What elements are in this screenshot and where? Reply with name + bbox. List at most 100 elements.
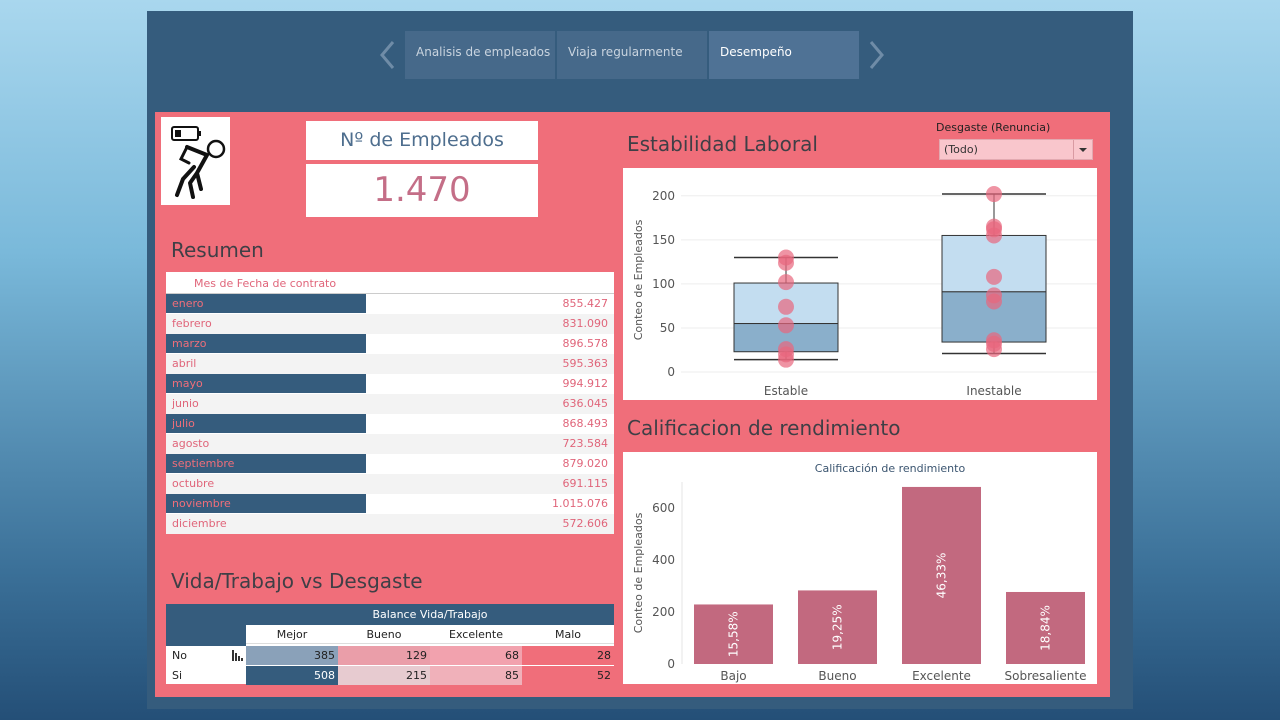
value-cell: 723.584 <box>562 437 609 450</box>
data-point[interactable] <box>986 218 1002 235</box>
month-cell: junio <box>172 397 199 410</box>
value-cell: 691.115 <box>562 477 609 490</box>
month-cell: julio <box>166 414 366 433</box>
month-cell: agosto <box>172 437 210 450</box>
x-tick-label: Inestable <box>966 384 1021 398</box>
data-point[interactable] <box>986 186 1002 203</box>
month-cell: marzo <box>166 334 366 353</box>
tired-worker-battery-icon <box>171 126 226 199</box>
value-cell: 994.912 <box>562 377 609 390</box>
summary-table: Mes de Fecha de contrato enero 855.427 feb… <box>166 272 614 534</box>
heatmap-cell[interactable]: 68 <box>430 646 522 665</box>
sort-icon[interactable] <box>232 650 243 664</box>
bar-data-label: 19,25% <box>831 604 845 650</box>
previous-sheet-arrow-icon[interactable] <box>378 38 398 72</box>
data-point[interactable] <box>986 287 1002 304</box>
heatmap-column-header: Mejor <box>246 625 338 644</box>
heatmap-cell[interactable]: 129 <box>338 646 430 665</box>
value-cell: 879.020 <box>562 457 609 470</box>
month-cell: enero <box>166 294 366 313</box>
table-row[interactable]: julio 868.493 <box>166 414 614 434</box>
table-row[interactable]: diciembre 572.606 <box>166 514 614 534</box>
data-point[interactable] <box>778 317 794 334</box>
bar-data-label: 18,84% <box>1039 605 1053 651</box>
data-point[interactable] <box>778 341 794 358</box>
month-cell: septiembre <box>166 454 366 473</box>
month-cell: febrero <box>172 317 212 330</box>
y-tick-label: 0 <box>667 365 675 379</box>
tab-desempeno[interactable]: Desempeño <box>709 31 859 79</box>
value-cell: 831.090 <box>562 317 609 330</box>
table-row[interactable]: octubre 691.115 <box>166 474 614 494</box>
heatmap-column-header: Excelente <box>430 625 522 644</box>
data-point[interactable] <box>778 274 794 291</box>
y-tick-label: 0 <box>667 657 675 671</box>
heatmap-table: Balance Vida/Trabajo Mejor Bueno Excelente… <box>166 604 614 685</box>
employee-count-value: 1.470 <box>306 164 538 217</box>
heatmap-cell[interactable]: 508 <box>246 666 338 685</box>
table-row[interactable]: mayo 994.912 <box>166 374 614 394</box>
chevron-down-icon[interactable] <box>1073 140 1092 159</box>
summary-title: Resumen <box>171 238 264 262</box>
next-sheet-arrow-icon[interactable] <box>866 38 886 72</box>
filter-label: Desgaste (Renuncia) <box>936 121 1051 134</box>
value-cell: 595.363 <box>562 357 609 370</box>
table-row[interactable]: septiembre 879.020 <box>166 454 614 474</box>
x-tick-label: Estable <box>764 384 808 398</box>
value-cell: 868.493 <box>562 417 609 430</box>
table-row[interactable]: junio 636.045 <box>166 394 614 414</box>
data-point[interactable] <box>986 332 1002 349</box>
stability-boxplot: 0 50 100 150 200 Conteo de Empleados Estable In… <box>632 186 1097 398</box>
y-tick-label: 200 <box>652 605 675 619</box>
heatmap-row-label: Si <box>172 669 183 682</box>
tab-analisis-empleados[interactable]: Analisis de empleados <box>405 31 555 79</box>
heatmap-cell[interactable]: 215 <box>338 666 430 685</box>
stability-boxplot-panel: 0 50 100 150 200 Conteo de Empleados Estable In… <box>623 168 1097 400</box>
summary-column-header: Mes de Fecha de contrato <box>194 277 337 290</box>
value-cell: 636.045 <box>562 397 609 410</box>
filter-value: (Todo) <box>944 143 978 156</box>
x-tick-label: Bueno <box>818 669 856 683</box>
employee-count-label: Nº de Empleados <box>306 121 538 160</box>
heatmap-title: Vida/Trabajo vs Desgaste <box>171 569 423 593</box>
y-tick-label: 600 <box>652 501 675 515</box>
y-tick-label: 400 <box>652 553 675 567</box>
month-cell: diciembre <box>172 517 227 530</box>
month-cell: noviembre <box>166 494 366 513</box>
heatmap-cell[interactable]: 85 <box>430 666 522 685</box>
month-cell: abril <box>172 357 197 370</box>
value-cell: 572.606 <box>562 517 609 530</box>
table-row[interactable]: noviembre 1.015.076 <box>166 494 614 514</box>
stability-title: Estabilidad Laboral <box>627 132 818 156</box>
y-tick-label: 150 <box>652 233 675 247</box>
x-tick-label: Excelente <box>912 669 971 683</box>
heatmap-cell[interactable]: 28 <box>522 646 614 665</box>
heatmap-row-label: No <box>172 649 187 662</box>
logo <box>161 117 230 205</box>
x-tick-label: Sobresaliente <box>1005 669 1087 683</box>
heatmap-column-header: Malo <box>522 625 614 644</box>
month-cell: mayo <box>166 374 366 393</box>
data-point[interactable] <box>778 298 794 315</box>
table-row[interactable]: febrero 831.090 <box>166 314 614 334</box>
x-tick-label: Bajo <box>720 669 746 683</box>
table-row[interactable]: enero 855.427 <box>166 294 614 314</box>
y-axis-label: Conteo de Empleados <box>632 512 645 633</box>
y-tick-label: 100 <box>652 277 675 291</box>
performance-title: Calificacion de rendimiento <box>627 416 901 440</box>
value-cell: 896.578 <box>562 337 609 350</box>
heatmap-cell[interactable]: 385 <box>246 646 338 665</box>
attrition-filter-dropdown[interactable]: (Todo) <box>939 139 1093 160</box>
y-axis-label: Conteo de Empleados <box>632 219 645 340</box>
data-point[interactable] <box>986 268 1002 285</box>
heatmap-column-header: Bueno <box>338 625 430 644</box>
data-point[interactable] <box>778 249 794 266</box>
month-cell: octubre <box>172 477 215 490</box>
table-row[interactable]: abril 595.363 <box>166 354 614 374</box>
heatmap-corner <box>166 604 246 646</box>
tab-viaja-regularmente[interactable]: Viaja regularmente <box>557 31 707 79</box>
y-tick-label: 50 <box>660 321 675 335</box>
heatmap-cell[interactable]: 52 <box>522 666 614 685</box>
table-row[interactable]: marzo 896.578 <box>166 334 614 354</box>
table-row[interactable]: agosto 723.584 <box>166 434 614 454</box>
